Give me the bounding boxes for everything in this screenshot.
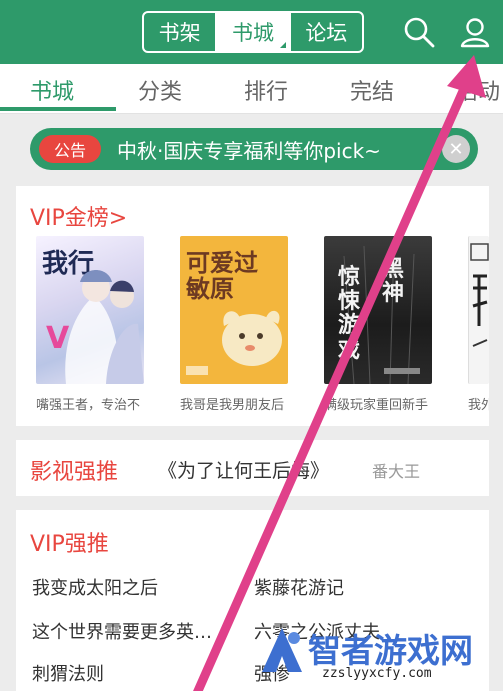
subtab-finished[interactable]: 完结 [350,74,394,106]
vip-ranking-title[interactable]: VIP金榜> [30,200,127,232]
book-cover: 黑 神 惊悚游戏 [324,236,432,384]
cover-title: 惊悚游戏 [338,265,361,363]
book-item[interactable]: 可爱过敏原 我哥是我男朋友后 [180,236,298,413]
tab-bookshelf[interactable]: 书架 [144,13,215,51]
active-tab-indicator [0,107,116,111]
notice-text[interactable]: 中秋·国庆专享福利等你pick~ [117,135,442,164]
subtab-ranking[interactable]: 排行 [244,74,288,106]
svg-text:神: 神 [382,280,404,306]
vip-recommend-title: VIP强推 [30,532,109,557]
subtab-bookstore[interactable]: 书城 [30,74,74,106]
list-item[interactable]: 我变成太阳之后 [32,574,158,600]
list-item[interactable]: 这个世界需要更多英… [32,618,212,644]
subtab-category[interactable]: 分类 [138,74,182,106]
film-book-author: 番大王 [372,462,421,481]
book-item[interactable]: 黑 神 惊悚游戏 满级玩家重回新手 [324,236,442,413]
book-item[interactable]: 我外 [468,236,489,413]
vip-ranking-card: VIP金榜> 我行 V 嘴强王者，专治不 可爱过敏原 我哥是我男朋友后 黑 神 … [16,186,489,426]
tab-bookstore[interactable]: 书城 [215,13,289,51]
notice-badge: 公告 [39,135,101,163]
book-name: 我外 [468,398,489,413]
book-cover: 我行 V [36,236,144,384]
notice-bar[interactable]: 公告 中秋·国庆专享福利等你pick~ ✕ [30,128,478,170]
user-icon[interactable] [457,14,493,50]
list-item[interactable]: 紫藤花游记 [254,574,344,600]
svg-text:黑: 黑 [382,256,404,282]
book-name: 满级玩家重回新手 [324,398,429,413]
book-name: 嘴强王者，专治不 [36,398,141,413]
film-book-title[interactable]: 《为了让何王后悔》 [158,456,329,483]
book-cover [468,236,489,384]
film-recommend-card: 影视强推 《为了让何王后悔》 番大王 [16,440,489,496]
segmented-control: 书架 书城 论坛 [142,11,364,53]
tab-forum[interactable]: 论坛 [288,13,362,51]
top-bar: 书架 书城 论坛 [0,0,503,64]
list-item[interactable]: 六零之公派丈夫 [254,618,380,644]
subtab-activity[interactable]: 活动 [456,74,500,106]
book-name: 我哥是我男朋友后 [180,398,285,413]
vip-recommend-card: VIP强推 我变成太阳之后 紫藤花游记 这个世界需要更多英… 六零之公派丈夫 刺… [16,510,489,691]
list-item[interactable]: 刺猬法则 [32,660,104,686]
book-item[interactable]: 我行 V 嘴强王者，专治不 [36,236,154,413]
svg-text:V: V [46,321,70,356]
book-cover: 可爱过敏原 [180,236,288,384]
film-section-title: 影视强推 [30,460,119,485]
list-item[interactable]: 强惨 [254,660,290,686]
close-icon[interactable]: ✕ [442,135,470,163]
search-icon[interactable] [401,14,437,50]
